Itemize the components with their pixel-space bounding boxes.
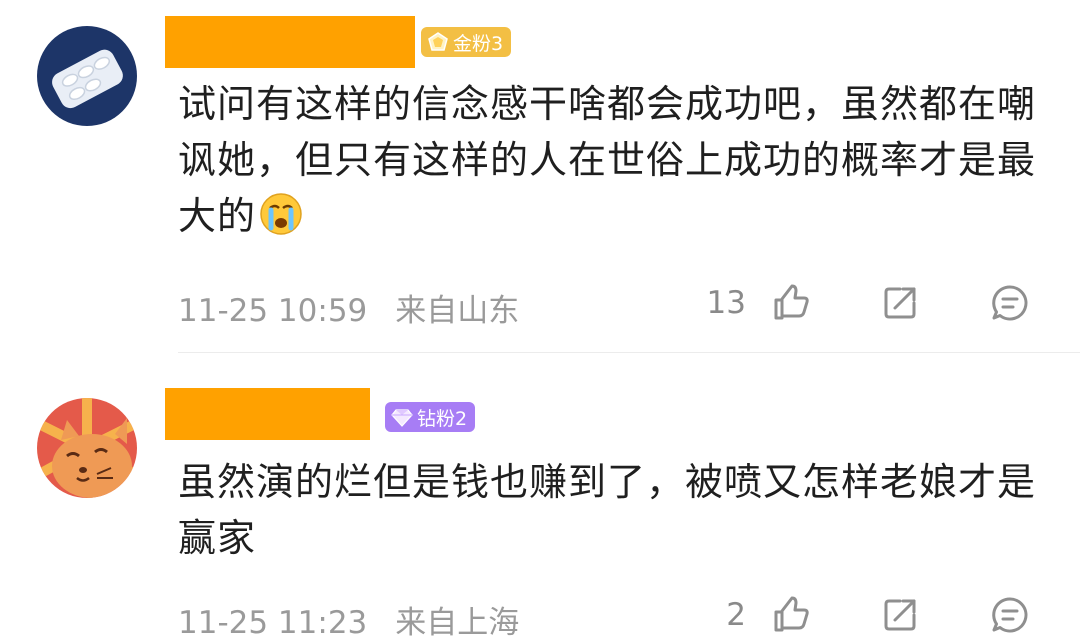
comment-text-content: 试问有这样的信念感干啥都会成功吧，虽然都在嘲讽她，但只有这样的人在世俗上成功的概…: [178, 82, 1037, 238]
comment-icon[interactable]: [990, 595, 1030, 635]
comment-meta: 11-25 10:59 来自山东: [178, 285, 519, 330]
fan-badge[interactable]: 金粉3: [421, 27, 512, 57]
crying-face-icon: [258, 191, 304, 237]
share-icon[interactable]: [880, 595, 920, 635]
avatar[interactable]: [37, 26, 137, 126]
comment-item: 金粉3 试问有这样的信念感干啥都会成功吧，虽然都在嘲讽她，但只有这样的人在世俗上…: [0, 0, 1080, 353]
comment-text: 试问有这样的信念感干啥都会成功吧，虽然都在嘲讽她，但只有这样的人在世俗上成功的概…: [178, 76, 1038, 244]
comment-time: 11-25 11:23: [178, 605, 368, 641]
comment-time: 11-25 10:59: [178, 293, 368, 329]
comment-location: 来自山东: [395, 293, 520, 329]
like-count: 13: [706, 285, 746, 321]
username-redacted[interactable]: [165, 16, 415, 68]
badge-label: 金粉3: [453, 32, 504, 55]
fan-badge[interactable]: 钻粉2: [385, 402, 476, 432]
thumbs-up-icon[interactable]: [770, 595, 810, 635]
comment-icon[interactable]: [990, 283, 1030, 323]
username-redacted[interactable]: [165, 388, 370, 440]
avatar[interactable]: [37, 398, 137, 498]
gold-gem-icon: [427, 31, 449, 53]
comment-location: 来自上海: [395, 605, 520, 641]
divider: [178, 352, 1080, 353]
comment-item: 钻粉2 虽然演的烂但是钱也赚到了，被喷又怎样老娘才是赢家 11-25 11:23…: [0, 358, 1080, 643]
badge-label: 钻粉2: [417, 407, 468, 430]
share-icon[interactable]: [880, 283, 920, 323]
comment-text: 虽然演的烂但是钱也赚到了，被喷又怎样老娘才是赢家: [178, 460, 1037, 560]
thumbs-up-icon[interactable]: [770, 283, 810, 323]
diamond-icon: [391, 406, 413, 428]
like-count: 2: [726, 597, 746, 633]
comment-meta: 11-25 11:23 来自上海: [178, 597, 519, 642]
